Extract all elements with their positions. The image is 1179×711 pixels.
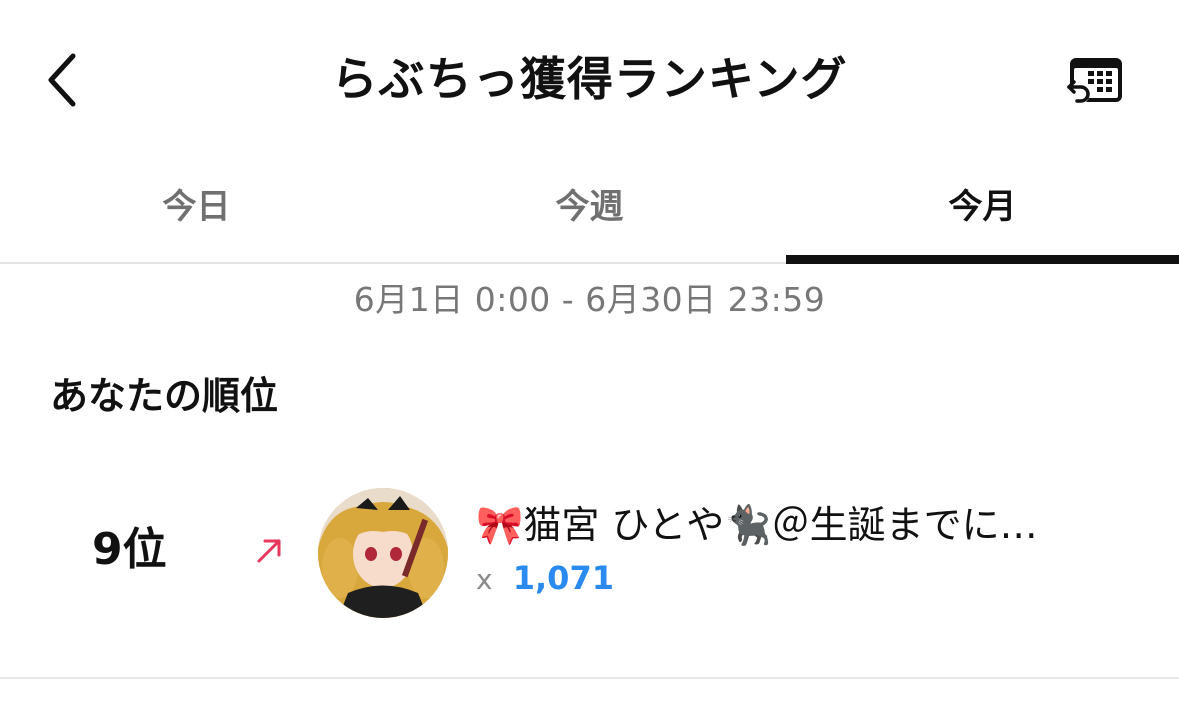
divider [0,677,1179,679]
my-rank-heading: あなたの順位 [50,374,279,418]
tab-today[interactable]: 今日 [0,150,393,262]
tab-this-month[interactable]: 今月 [786,150,1179,264]
app-header: らぶちっ獲得ランキング [0,0,1179,150]
my-rank-row[interactable]: 9位 🎀猫宮 ひとや🐈‍⬛＠生誕までに… x 1,071 [0,470,1179,630]
calendar-history-icon [1066,58,1122,105]
ranking-period: 6月1日 0:00 - 6月30日 23:59 [353,280,826,319]
tab-this-week[interactable]: 今週 [393,150,786,262]
period-tabs: 今日 今週 今月 [0,150,1179,264]
score-value: 1,071 [512,559,614,597]
user-name: 🎀猫宮 ひとや🐈‍⬛＠生誕までに… [476,503,1038,547]
score-line: x 1,071 [476,556,614,602]
arrow-up-right-icon [257,539,281,563]
score-prefix: x [476,563,493,596]
page-title: らぶちっ獲得ランキング [331,52,848,106]
user-avatar-image [318,488,448,618]
rank-number: 9位 [92,524,167,575]
calendar-history-button[interactable] [1058,44,1132,118]
avatar[interactable] [318,488,448,618]
